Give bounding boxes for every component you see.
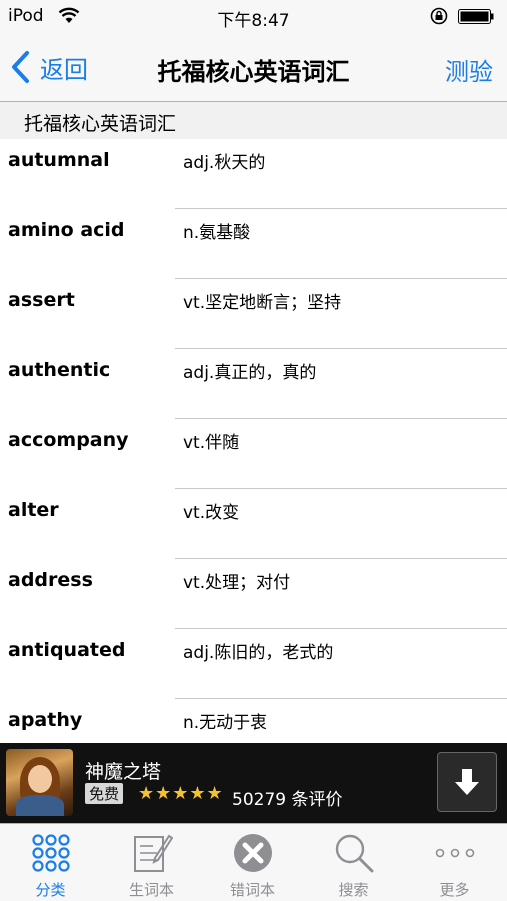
- word-meaning: vt.伴随: [183, 433, 240, 453]
- tab-bar: 分类 生词本 错词本 搜索 更多: [0, 823, 507, 901]
- rating-count: 50279 条评价: [232, 790, 343, 810]
- word-term: alter: [8, 499, 59, 521]
- rotation-lock-icon: [430, 7, 448, 25]
- word-meaning: n.氨基酸: [183, 223, 251, 243]
- quiz-button[interactable]: 测验: [445, 52, 493, 87]
- word-term: address: [8, 569, 93, 591]
- star-rating-icon: ★★★★★: [138, 783, 224, 804]
- tab-label: 错词本: [229, 881, 275, 899]
- download-button[interactable]: [437, 752, 497, 812]
- tab-new-words[interactable]: 生词本: [101, 824, 202, 901]
- tab-category[interactable]: 分类: [0, 824, 101, 901]
- word-meaning: vt.处理；对付: [183, 573, 291, 593]
- price-badge: 免费: [85, 783, 124, 804]
- tab-label: 更多: [439, 881, 470, 899]
- word-row[interactable]: antiquated adj.陈旧的，老式的: [0, 629, 507, 699]
- word-meaning: vt.坚定地断言；坚持: [183, 293, 342, 313]
- battery-icon: [458, 9, 494, 24]
- word-term: autumnal: [8, 149, 110, 171]
- word-term: amino acid: [8, 219, 125, 241]
- word-row[interactable]: apathy n.无动于衷: [0, 699, 507, 743]
- word-meaning: adj.秋天的: [183, 153, 266, 173]
- tab-wrong-words[interactable]: 错词本: [202, 824, 303, 901]
- tab-label: 搜索: [338, 881, 369, 899]
- word-row[interactable]: amino acid n.氨基酸: [0, 209, 507, 279]
- grid-icon: [32, 834, 70, 872]
- section-header: 托福核心英语词汇: [0, 102, 507, 139]
- word-row[interactable]: authentic adj.真正的，真的: [0, 349, 507, 419]
- tab-search[interactable]: 搜索: [303, 824, 404, 901]
- word-meaning: adj.陈旧的，老式的: [183, 643, 334, 663]
- section-title: 托福核心英语词汇: [24, 113, 177, 135]
- notebook-icon: [134, 834, 173, 872]
- word-term: assert: [8, 289, 75, 311]
- word-row[interactable]: assert vt.坚定地断言；坚持: [0, 279, 507, 349]
- word-list[interactable]: autumnal adj.秋天的 amino acid n.氨基酸 assert…: [0, 139, 507, 743]
- status-bar: iPod 下午8:47: [0, 0, 507, 34]
- back-button[interactable]: 返回: [10, 50, 88, 84]
- word-row[interactable]: alter vt.改变: [0, 489, 507, 559]
- word-term: authentic: [8, 359, 111, 381]
- thumbnail-armor: [16, 795, 64, 816]
- word-term: apathy: [8, 709, 83, 731]
- back-label: 返回: [40, 55, 88, 84]
- tab-more[interactable]: 更多: [404, 824, 505, 901]
- app-thumbnail: [6, 749, 73, 816]
- search-icon: [335, 834, 374, 873]
- word-meaning: vt.改变: [183, 503, 240, 523]
- word-row[interactable]: address vt.处理；对付: [0, 559, 507, 629]
- word-term: accompany: [8, 429, 129, 451]
- thumbnail-face: [28, 765, 52, 793]
- word-row[interactable]: accompany vt.伴随: [0, 419, 507, 489]
- download-arrow-icon: [455, 769, 479, 795]
- navigation-bar: 返回 托福核心英语词汇 测验: [0, 34, 507, 102]
- more-dots-icon: [435, 848, 475, 858]
- word-row[interactable]: autumnal adj.秋天的: [0, 139, 507, 209]
- tab-label: 生词本: [128, 881, 174, 899]
- wrong-x-icon: [234, 834, 272, 872]
- word-meaning: n.无动于衷: [183, 713, 268, 733]
- word-meaning: adj.真正的，真的: [183, 363, 317, 383]
- ad-banner[interactable]: 神魔之塔 免费 ★★★★★ 50279 条评价: [0, 743, 507, 823]
- ad-app-title: 神魔之塔: [85, 761, 162, 783]
- word-term: antiquated: [8, 639, 126, 661]
- tab-label: 分类: [35, 881, 66, 899]
- chevron-left-icon: [12, 51, 29, 83]
